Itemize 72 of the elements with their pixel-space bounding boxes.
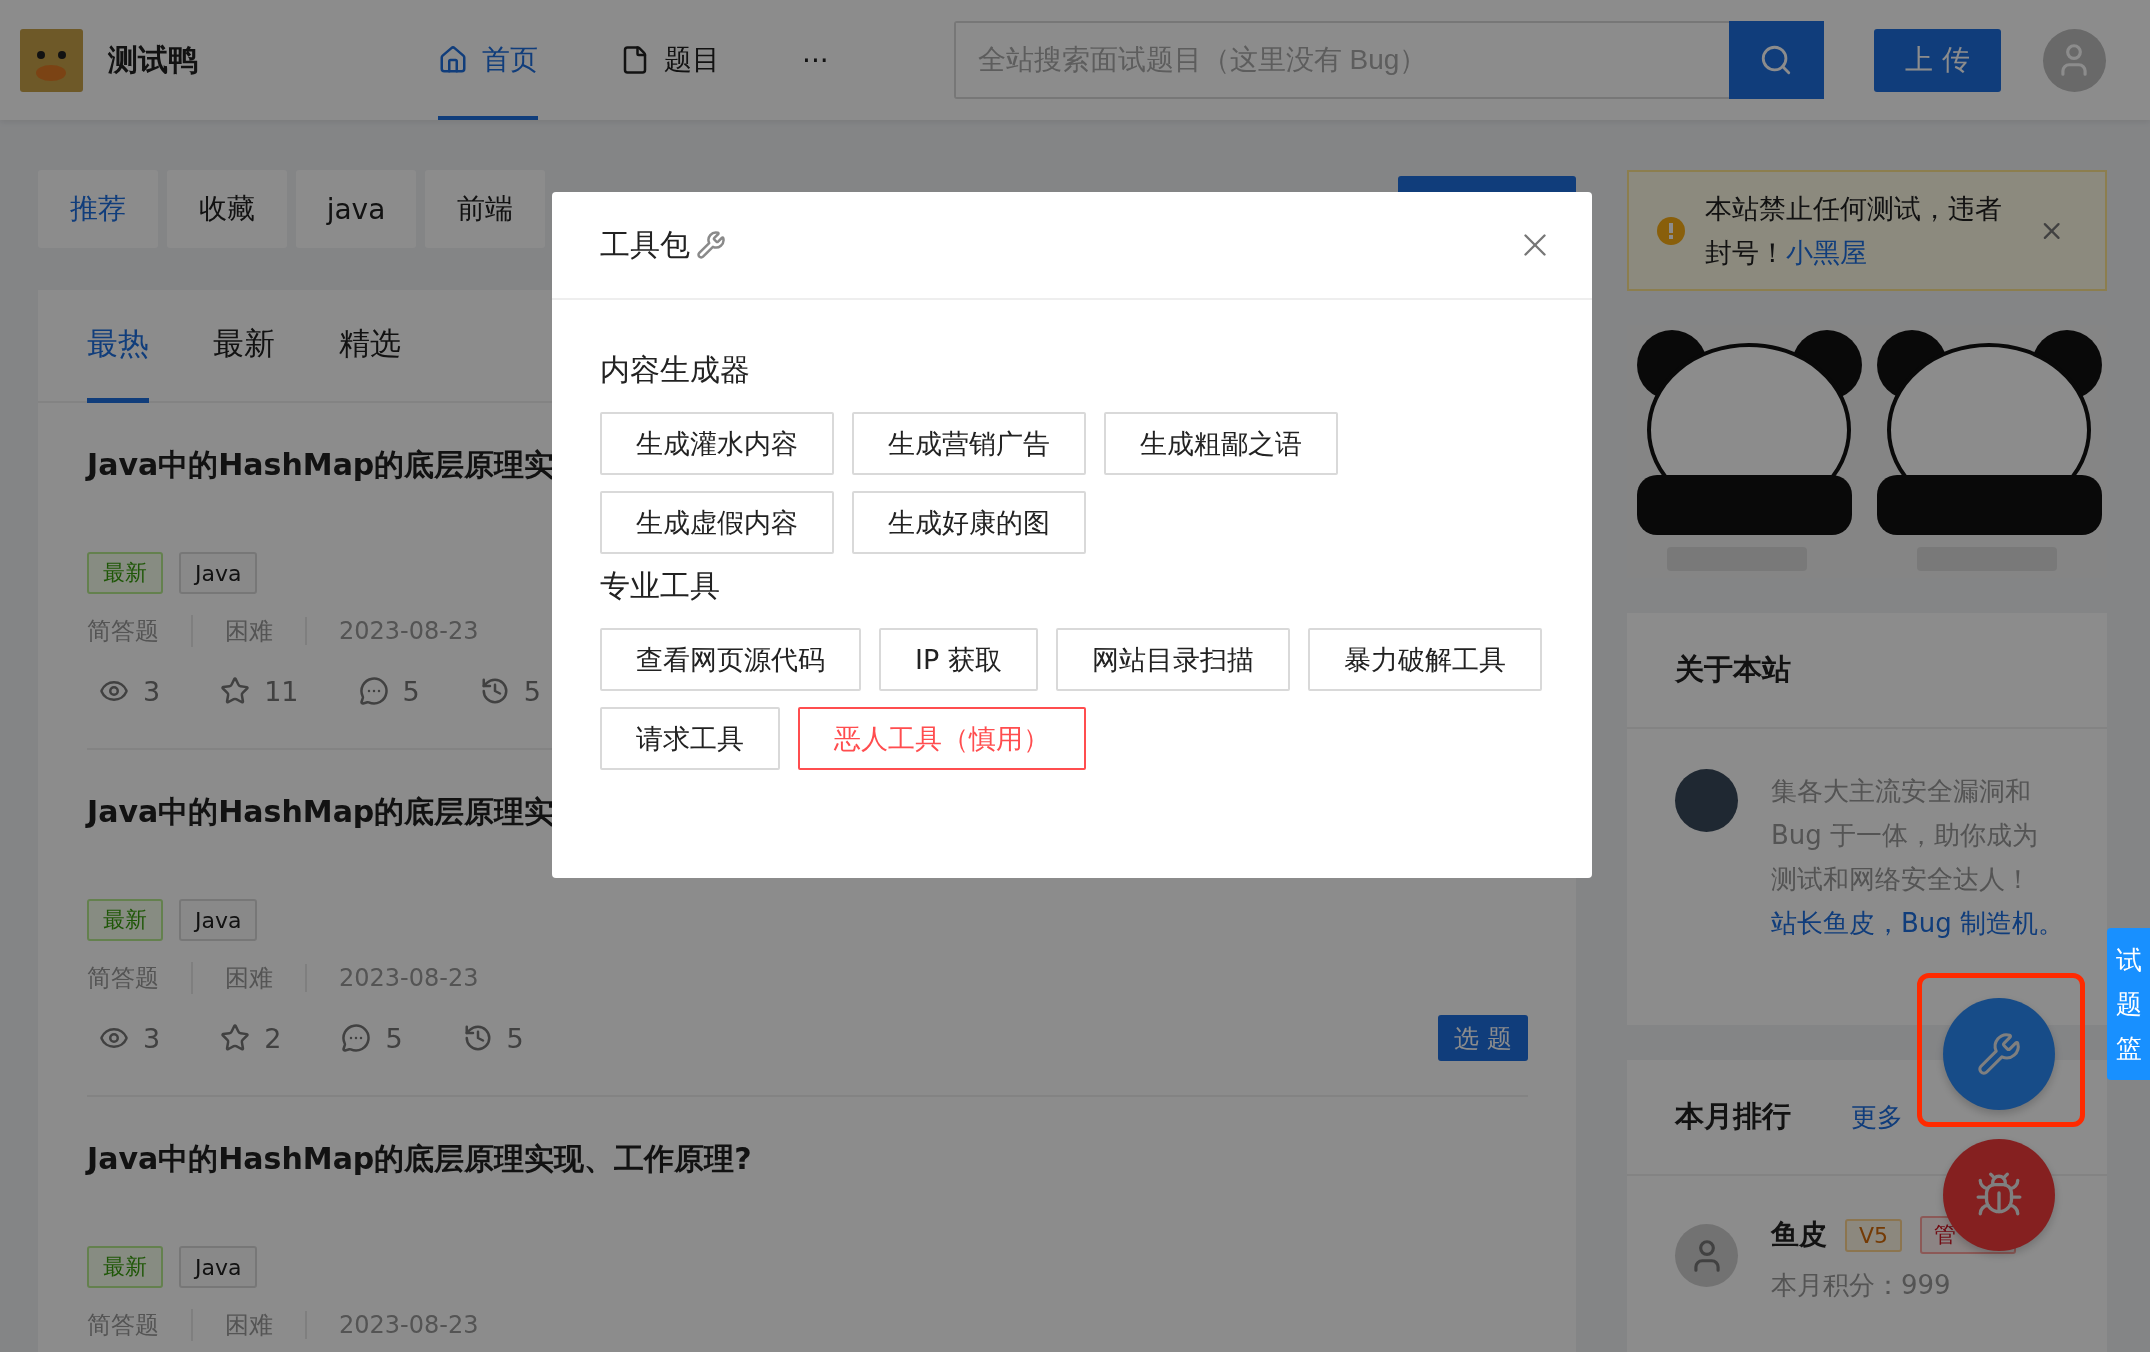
user-name: 鱼皮 [1771, 1217, 1827, 1253]
card-title: 关于本站 [1675, 651, 1791, 688]
search-button[interactable] [1728, 21, 1824, 99]
tool-button[interactable]: 生成粗鄙之语 [1104, 412, 1338, 475]
time-count: 5 [523, 675, 541, 707]
question-tag: Java [179, 552, 258, 594]
more-link[interactable]: 更多 [1851, 1099, 1903, 1135]
alert-text: 本站禁止任何测试，违者封号！小黑屋 [1705, 191, 2003, 270]
comment-icon [358, 676, 389, 706]
select-button[interactable]: 选 题 [1438, 1015, 1528, 1061]
nav-item[interactable]: ··· [802, 0, 829, 120]
modal-title: 工具包 [600, 225, 690, 264]
tool-button[interactable]: 查看网页源代码 [600, 628, 861, 691]
question-meta: 困难 [191, 962, 305, 994]
tool-button[interactable]: 生成虚假内容 [600, 491, 834, 554]
question-tag: 最新 [87, 552, 163, 594]
card-title: 本月排行 [1675, 1098, 1791, 1135]
category-tab[interactable]: 收藏 [167, 170, 287, 248]
home-icon [438, 45, 468, 75]
section-title: 内容生成器 [600, 351, 751, 389]
wrench-icon [696, 230, 726, 260]
question-title[interactable]: Java中的HashMap的底层原理实现、工作原理? [87, 1139, 1528, 1179]
wrench-icon [1976, 1031, 2022, 1077]
duck-logo [20, 28, 83, 92]
question-meta: 2023-08-23 [305, 617, 511, 645]
nav-item[interactable]: 题目 [620, 0, 720, 120]
comment-icon [341, 1023, 372, 1053]
question-meta: 2023-08-23 [305, 964, 511, 992]
basket-tab[interactable]: 试题篮 [2107, 928, 2150, 1080]
about-text: 集各大主流安全漏洞和Bug 于一体，助你成为测试和网络安全达人！ [1771, 775, 2040, 896]
comment-count: 5 [385, 1022, 403, 1054]
feed-tab[interactable]: 最新 [213, 290, 275, 403]
question-tag: Java [179, 1246, 258, 1288]
tool-button[interactable]: 暴力破解工具 [1307, 628, 1542, 691]
category-tab[interactable]: 推荐 [38, 170, 158, 248]
star-icon [220, 676, 251, 706]
favorite-count: 11 [264, 675, 299, 707]
tool-button[interactable]: 生成好康的图 [852, 491, 1086, 554]
time-count: 5 [506, 1022, 524, 1054]
site-title: 测试鸭 [108, 40, 198, 79]
question-meta: 困难 [191, 615, 305, 647]
upload-button[interactable]: 上 传 [1873, 28, 2001, 92]
feed-tab[interactable]: 最热 [87, 290, 149, 403]
tool-button[interactable]: IP 获取 [879, 628, 1038, 691]
star-icon [220, 1023, 251, 1053]
tool-button[interactable]: 恶人工具（慎用） [798, 707, 1086, 770]
section-title: 专业工具 [600, 567, 721, 605]
question-tag: 最新 [87, 1246, 163, 1288]
tool-button[interactable]: 生成灌水内容 [600, 412, 834, 475]
question-tag: 最新 [87, 899, 163, 941]
tool-button[interactable]: 请求工具 [600, 707, 780, 770]
warning-icon [1657, 216, 1685, 245]
alert-link[interactable]: 小黑屋 [1786, 236, 1867, 268]
tool-button[interactable]: 网站目录扫描 [1055, 628, 1290, 691]
feed-tab[interactable]: 精选 [339, 290, 401, 403]
view-count: 3 [143, 675, 161, 707]
question-meta: 简答题 [87, 1310, 160, 1341]
comment-count: 5 [402, 675, 420, 707]
category-tab[interactable]: java [296, 170, 416, 248]
view-count: 3 [143, 1022, 161, 1054]
nav-item[interactable]: 首页 [438, 0, 538, 120]
about-link[interactable]: 站长鱼皮，Bug 制造机。 [1771, 908, 2065, 938]
user-points: 本月积分：999 [1771, 1269, 1952, 1302]
category-tab[interactable]: 前端 [425, 170, 545, 248]
question-meta: 2023-08-23 [305, 1311, 511, 1339]
question-meta: 简答题 [87, 616, 160, 647]
question-meta: 困难 [191, 1309, 305, 1341]
level-tag: V5 [1845, 1218, 1903, 1252]
question-meta: 简答题 [87, 963, 160, 994]
question-tag: Java [179, 899, 258, 941]
tool-button[interactable]: 生成营销广告 [852, 412, 1086, 475]
favorite-count: 2 [264, 1022, 282, 1054]
